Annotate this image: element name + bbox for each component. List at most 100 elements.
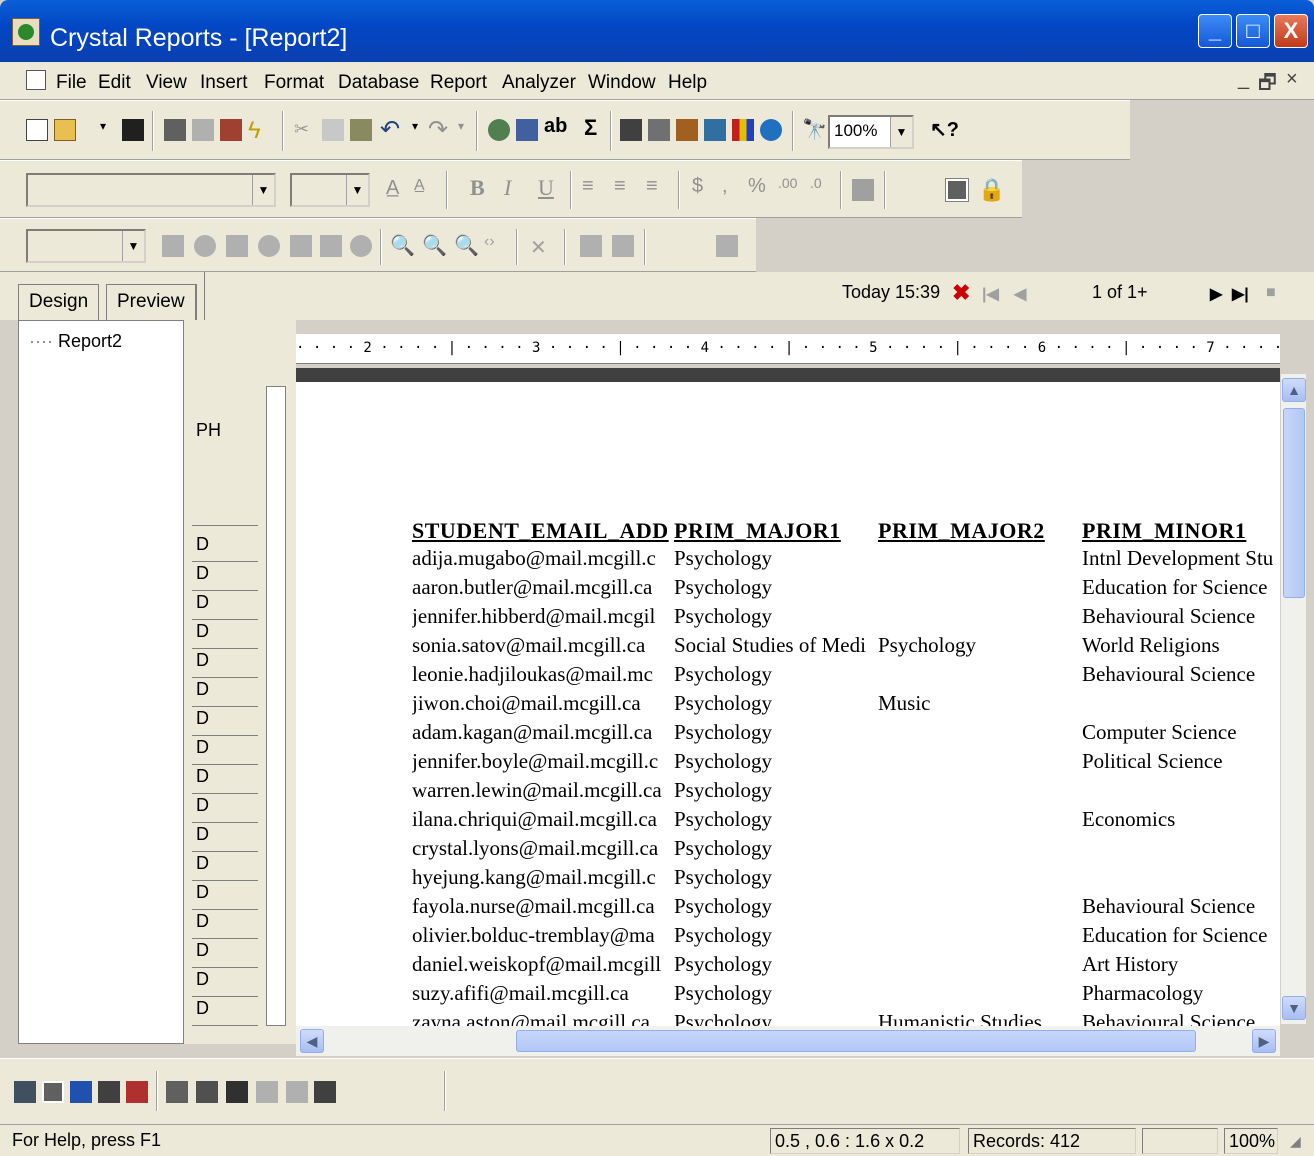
insert-chart-icon[interactable] xyxy=(732,119,754,141)
first-page-icon[interactable]: |◀ xyxy=(982,284,999,310)
column-header-email[interactable]: STUDENT_EMAIL_ADD xyxy=(412,518,669,544)
export-icon[interactable] xyxy=(220,119,242,141)
increase-decimal-icon[interactable]: .00 xyxy=(778,175,800,197)
table-cell[interactable]: Psychology xyxy=(674,865,874,890)
insert-crosstab-icon[interactable] xyxy=(676,119,698,141)
menu-file[interactable]: File xyxy=(56,72,87,94)
tab-design[interactable]: Design xyxy=(18,284,100,320)
table-cell[interactable]: jennifer.boyle@mail.mcgill.c xyxy=(412,749,668,774)
section-label-detail[interactable]: D xyxy=(192,940,258,968)
hyperlink-icon[interactable] xyxy=(580,235,602,257)
alert-icon[interactable] xyxy=(612,235,634,257)
column-header-minor1[interactable]: PRIM_MINOR1 xyxy=(1082,518,1246,544)
section-label-detail[interactable]: D xyxy=(192,998,258,1026)
table-cell[interactable]: Psychology xyxy=(674,604,874,629)
table-cell[interactable]: jennifer.hibberd@mail.mcgil xyxy=(412,604,668,629)
horizontal-scrollbar[interactable]: ◀ ▶ xyxy=(296,1026,1280,1056)
highlighting-expert-icon[interactable] xyxy=(290,235,312,257)
table-cell[interactable]: Pharmacology xyxy=(1082,981,1278,1006)
redo-icon[interactable]: ↷ xyxy=(428,115,450,143)
minimize-button[interactable]: _ xyxy=(1198,14,1232,48)
document-icon[interactable] xyxy=(26,70,46,90)
crystal-reports-icon[interactable] xyxy=(12,18,40,46)
table-cell[interactable]: Psychology xyxy=(674,691,874,716)
table-cell[interactable]: suzy.afifi@mail.mcgill.ca xyxy=(412,981,668,1006)
mdi-minimize-button[interactable]: _ xyxy=(1238,68,1249,91)
underline-icon[interactable]: U xyxy=(538,175,560,200)
section-label-page-header[interactable]: PH xyxy=(192,420,258,526)
find-icon[interactable]: 🔭 xyxy=(802,117,827,141)
vertical-scroll-thumb[interactable] xyxy=(1283,408,1305,598)
menu-report[interactable]: Report xyxy=(430,72,487,94)
insert-picture-icon[interactable] xyxy=(70,1081,92,1103)
insert-summary-icon[interactable]: Σ xyxy=(584,115,606,140)
zoom-in-icon[interactable]: 🔍 xyxy=(390,233,415,257)
insert-text-object-icon[interactable] xyxy=(42,1081,64,1103)
table-cell[interactable]: Psychology xyxy=(674,720,874,745)
tab-preview[interactable]: Preview xyxy=(106,284,197,320)
section-label-detail[interactable]: D xyxy=(192,853,258,881)
insert-chart-object-icon[interactable] xyxy=(314,1081,336,1103)
section-label-detail[interactable]: D xyxy=(192,969,258,997)
mdi-restore-button[interactable]: 🗗 xyxy=(1258,68,1277,102)
table-cell[interactable]: Art History xyxy=(1082,952,1278,977)
insert-table-icon[interactable] xyxy=(516,119,538,141)
delete-icon[interactable]: ✕ xyxy=(530,235,552,259)
table-cell[interactable]: warren.lewin@mail.mcgill.ca xyxy=(412,778,668,803)
table-cell[interactable]: Psychology xyxy=(674,778,874,803)
insert-olap-icon[interactable] xyxy=(704,119,726,141)
table-cell[interactable]: Psychology xyxy=(674,749,874,774)
tree-node-report2[interactable]: ···· Report2 xyxy=(29,331,122,352)
decrease-decimal-icon[interactable]: .0 xyxy=(810,175,832,197)
print-icon[interactable] xyxy=(164,119,186,141)
table-cell[interactable]: Economics xyxy=(1082,807,1278,832)
table-cell[interactable]: Social Studies of Medi xyxy=(674,633,874,658)
table-cell[interactable]: Education for Science xyxy=(1082,923,1278,948)
zoom-out-icon[interactable]: 🔍 xyxy=(422,233,447,257)
section-label-detail[interactable]: D xyxy=(192,824,258,852)
previous-page-icon[interactable]: ◀ xyxy=(1014,284,1026,310)
menu-view[interactable]: View xyxy=(146,72,187,94)
context-help-icon[interactable]: ↖? xyxy=(930,117,959,141)
currency-icon[interactable]: $ xyxy=(692,175,714,197)
column-header-major1[interactable]: PRIM_MAJOR1 xyxy=(674,518,841,544)
table-cell[interactable]: aaron.butler@mail.mcgill.ca xyxy=(412,575,668,600)
thousands-separator-icon[interactable]: , xyxy=(722,175,744,197)
table-cell[interactable]: Psychology xyxy=(674,894,874,919)
format-painter-icon[interactable] xyxy=(320,235,342,257)
insert-box-icon[interactable] xyxy=(126,1081,148,1103)
insert-database-field-icon[interactable] xyxy=(488,119,510,141)
menu-database[interactable]: Database xyxy=(338,72,419,94)
insert-crosstab-object-icon[interactable] xyxy=(226,1081,248,1103)
percent-icon[interactable]: % xyxy=(748,175,770,197)
align-right-icon[interactable]: ≡ xyxy=(646,175,668,197)
font-name-combo[interactable]: ▼ xyxy=(26,173,276,207)
table-cell[interactable]: Psychology xyxy=(674,546,874,571)
font-size-combo[interactable]: ▼ xyxy=(290,173,370,207)
section-label-detail[interactable]: D xyxy=(192,592,258,620)
table-cell[interactable]: Education for Science xyxy=(1082,575,1278,600)
column-header-major2[interactable]: PRIM_MAJOR2 xyxy=(878,518,1045,544)
vertical-scrollbar[interactable]: ▲ ▼ xyxy=(1280,374,1306,1024)
table-cell[interactable]: hyejung.kang@mail.mcgill.c xyxy=(412,865,668,890)
next-page-icon[interactable]: ▶ xyxy=(1210,284,1222,310)
section-label-detail[interactable]: D xyxy=(192,621,258,649)
table-cell[interactable]: adam.kagan@mail.mcgill.ca xyxy=(412,720,668,745)
section-label-detail[interactable]: D xyxy=(192,882,258,910)
select-expert-icon[interactable] xyxy=(162,235,184,257)
lock-format-icon[interactable]: 🔒 xyxy=(978,177,1005,202)
maximize-button[interactable]: □ xyxy=(1236,14,1270,48)
resize-grip-icon[interactable]: ◢ xyxy=(1290,1133,1301,1150)
section-label-detail[interactable]: D xyxy=(192,708,258,736)
print-preview-icon[interactable] xyxy=(192,119,214,141)
template-expert-icon[interactable] xyxy=(350,235,372,257)
copy-icon[interactable] xyxy=(322,119,344,141)
menu-edit[interactable]: Edit xyxy=(98,72,131,94)
scroll-left-icon[interactable]: ◀ xyxy=(300,1029,324,1053)
table-cell[interactable]: daniel.weiskopf@mail.mcgill xyxy=(412,952,668,977)
suppress-icon[interactable] xyxy=(852,179,874,201)
stop-icon[interactable]: ✖ xyxy=(952,280,970,306)
table-cell[interactable]: Psychology xyxy=(878,633,1078,658)
scroll-right-icon[interactable]: ▶ xyxy=(1252,1029,1276,1053)
insert-field-icon[interactable] xyxy=(14,1081,36,1103)
